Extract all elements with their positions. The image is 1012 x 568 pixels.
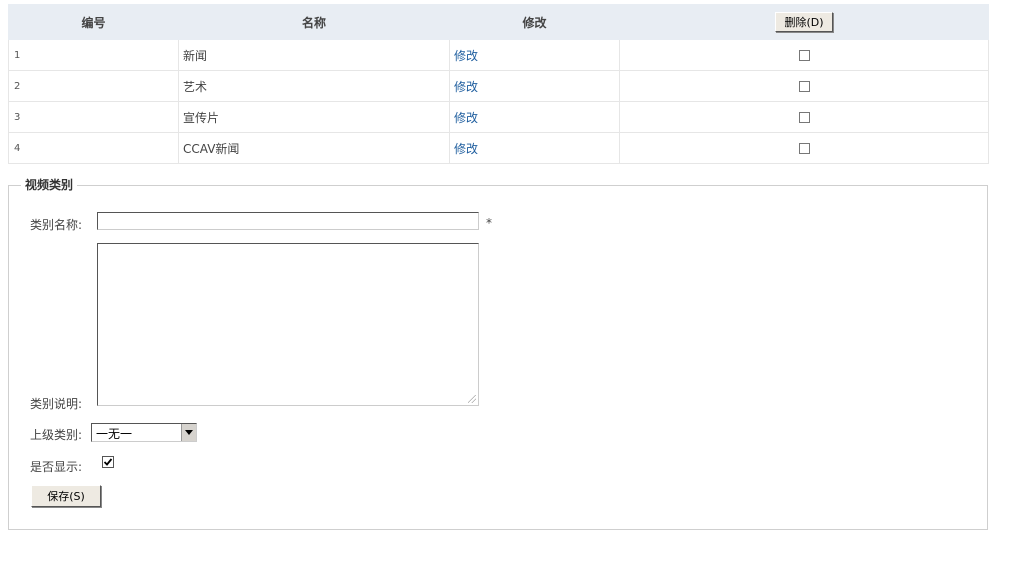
checkmark-icon bbox=[103, 458, 113, 466]
category-table: 编号 名称 修改 删除(D) 1 新闻 修改 2 艺术 修改 3 宣传片 修改 bbox=[8, 4, 989, 164]
category-description-label: 类别说明: bbox=[30, 397, 83, 411]
edit-link[interactable]: 修改 bbox=[454, 142, 478, 156]
edit-link[interactable]: 修改 bbox=[454, 80, 478, 94]
is-visible-label: 是否显示: bbox=[30, 460, 83, 474]
chevron-down-icon[interactable] bbox=[181, 424, 196, 441]
is-visible-checkbox[interactable] bbox=[102, 456, 114, 468]
required-marker: * bbox=[486, 216, 492, 230]
category-description-textarea[interactable] bbox=[97, 243, 479, 406]
column-header-name: 名称 bbox=[178, 4, 450, 40]
table-row: 4 CCAV新闻 修改 bbox=[8, 132, 989, 164]
edit-link[interactable]: 修改 bbox=[454, 111, 478, 125]
row-id: 3 bbox=[8, 101, 179, 133]
table-header-row: 编号 名称 修改 删除(D) bbox=[8, 4, 989, 40]
column-header-edit: 修改 bbox=[449, 4, 620, 40]
row-id: 1 bbox=[8, 39, 179, 71]
save-button[interactable]: 保存(S) bbox=[31, 485, 101, 507]
column-header-id: 编号 bbox=[8, 4, 179, 40]
row-checkbox[interactable] bbox=[798, 81, 810, 92]
delete-button[interactable]: 删除(D) bbox=[775, 12, 833, 32]
parent-category-select[interactable]: 一无一 bbox=[91, 423, 197, 442]
table-row: 3 宣传片 修改 bbox=[8, 101, 989, 133]
category-name-input[interactable] bbox=[97, 212, 479, 230]
form-legend: 视频类别 bbox=[21, 176, 78, 193]
table-row: 1 新闻 修改 bbox=[8, 39, 989, 71]
row-id: 4 bbox=[8, 132, 179, 164]
row-name: 新闻 bbox=[178, 39, 450, 71]
row-checkbox[interactable] bbox=[798, 143, 810, 154]
row-name: 宣传片 bbox=[178, 101, 450, 133]
row-name: 艺术 bbox=[178, 70, 450, 102]
video-category-form: 视频类别 类别名称: * 类别说明: 上级类别: 一无一 是否显示: 保存(S) bbox=[8, 176, 988, 530]
category-name-label: 类别名称: bbox=[30, 218, 83, 232]
row-checkbox[interactable] bbox=[798, 112, 810, 123]
row-checkbox[interactable] bbox=[798, 50, 810, 61]
column-header-delete: 删除(D) bbox=[619, 4, 989, 40]
row-id: 2 bbox=[8, 70, 179, 102]
edit-link[interactable]: 修改 bbox=[454, 49, 478, 63]
parent-category-value: 一无一 bbox=[96, 427, 133, 441]
parent-category-label: 上级类别: bbox=[30, 428, 83, 442]
table-row: 2 艺术 修改 bbox=[8, 70, 989, 102]
resize-grip-icon[interactable] bbox=[468, 395, 476, 403]
row-name: CCAV新闻 bbox=[178, 132, 450, 164]
